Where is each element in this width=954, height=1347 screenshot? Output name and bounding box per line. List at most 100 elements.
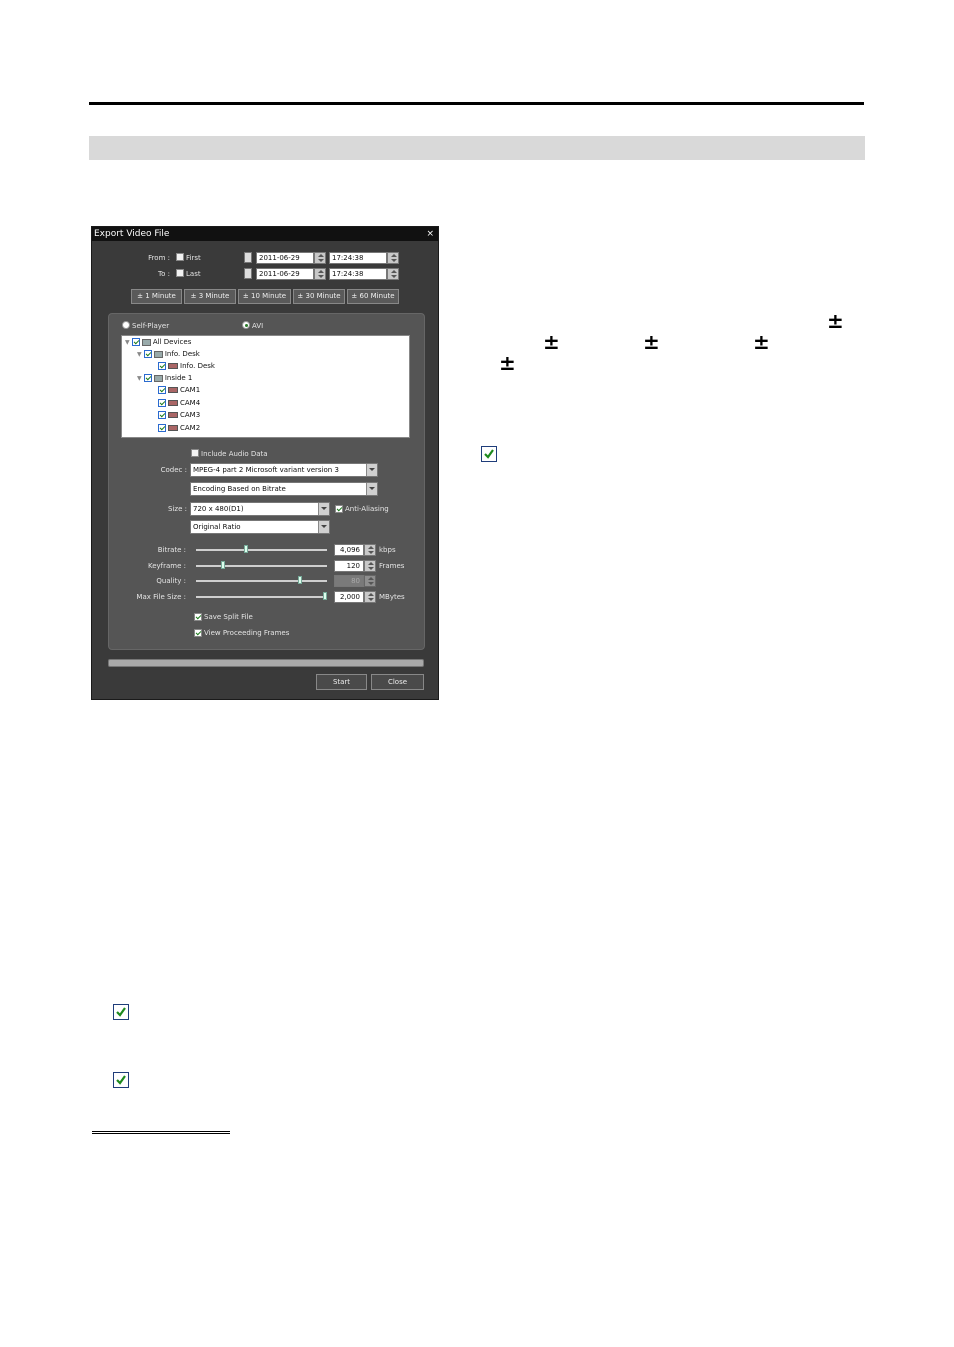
expand-arrow-icon[interactable]: ▼ bbox=[125, 339, 130, 346]
keyframe-unit: Frames bbox=[379, 562, 405, 570]
max-file-size-input[interactable]: 2,000 bbox=[334, 591, 364, 603]
bitrate-input[interactable]: 4,096 bbox=[334, 544, 364, 556]
encoding-value: Encoding Based on Bitrate bbox=[193, 485, 286, 493]
checkbox-icon bbox=[113, 1004, 129, 1020]
tree-node[interactable]: ▼ Info. Desk bbox=[137, 348, 200, 360]
section-heading-band bbox=[89, 136, 865, 160]
quality-slider-track[interactable] bbox=[196, 580, 327, 582]
tree-node[interactable]: CAM1 bbox=[158, 384, 200, 396]
tree-node[interactable]: CAM2 bbox=[158, 422, 200, 434]
tree-checkbox[interactable] bbox=[158, 399, 166, 407]
tree-node[interactable]: CAM4 bbox=[158, 397, 200, 409]
to-date-spinner[interactable] bbox=[314, 268, 326, 280]
tree-node[interactable]: CAM3 bbox=[158, 409, 200, 421]
keyframe-slider-track[interactable] bbox=[196, 565, 327, 567]
camera-icon bbox=[168, 400, 178, 406]
tree-node[interactable]: Info. Desk bbox=[158, 360, 215, 372]
keyframe-input[interactable]: 120 bbox=[334, 560, 364, 572]
page-header-rule bbox=[89, 102, 864, 105]
tree-node-label: CAM2 bbox=[180, 424, 201, 432]
to-time-field[interactable]: 17:24:38 bbox=[329, 268, 387, 280]
view-proceeding-frames-checkbox[interactable] bbox=[194, 629, 202, 637]
save-split-file-label: Save Split File bbox=[204, 613, 253, 621]
max-file-size-slider-track[interactable] bbox=[196, 596, 327, 598]
codec-select[interactable]: MPEG-4 part 2 Microsoft variant version … bbox=[190, 463, 378, 477]
quality-slider-thumb[interactable] bbox=[298, 576, 302, 584]
self-player-radio[interactable] bbox=[122, 321, 130, 329]
export-progress-bar bbox=[108, 659, 424, 667]
chevron-down-icon[interactable] bbox=[318, 521, 329, 533]
keyframe-spinner[interactable] bbox=[364, 560, 376, 572]
tree-checkbox[interactable] bbox=[158, 424, 166, 432]
view-proceeding-frames-label: View Proceeding Frames bbox=[204, 629, 290, 637]
plus-minus-3-minute-button[interactable]: ± 3 Minute bbox=[184, 289, 236, 304]
from-date-spinner[interactable] bbox=[314, 252, 326, 264]
tree-node-label: Info. Desk bbox=[164, 350, 200, 358]
keyframe-slider-thumb[interactable] bbox=[221, 561, 225, 569]
encoding-select[interactable]: Encoding Based on Bitrate bbox=[190, 482, 378, 496]
tree-node-label: CAM3 bbox=[180, 411, 201, 419]
anti-aliasing-checkbox[interactable] bbox=[335, 505, 343, 513]
include-audio-checkbox[interactable] bbox=[191, 449, 199, 457]
to-date-field[interactable]: 2011-06-29 bbox=[256, 268, 314, 280]
tree-node-label: CAM1 bbox=[180, 386, 201, 394]
plus-minus-30-minute-button[interactable]: ± 30 Minute bbox=[293, 289, 345, 304]
device-tree[interactable]: ▼ All Devices ▼ Info. Desk Info. Desk ▼ … bbox=[121, 335, 410, 438]
quality-spinner bbox=[364, 575, 376, 587]
tree-checkbox[interactable] bbox=[143, 374, 152, 382]
chevron-down-icon[interactable] bbox=[366, 464, 377, 476]
max-file-size-spinner[interactable] bbox=[364, 591, 376, 603]
plus-minus-1-minute-button[interactable]: ± 1 Minute bbox=[131, 289, 182, 304]
close-icon[interactable]: × bbox=[426, 227, 434, 241]
expand-arrow-icon[interactable]: ▼ bbox=[137, 351, 142, 358]
footnote-rule bbox=[92, 1131, 230, 1134]
max-file-size-slider-thumb[interactable] bbox=[323, 592, 327, 600]
calendar-icon[interactable] bbox=[244, 252, 252, 263]
close-button[interactable]: Close bbox=[371, 674, 424, 690]
to-label: To : bbox=[158, 270, 170, 278]
bitrate-label: Bitrate : bbox=[157, 546, 186, 554]
to-time-spinner[interactable] bbox=[387, 268, 399, 280]
plus-minus-60-minute-button[interactable]: ± 60 Minute bbox=[347, 289, 399, 304]
ratio-select[interactable]: Original Ratio bbox=[190, 520, 330, 534]
device-group-icon bbox=[153, 350, 163, 358]
tree-checkbox[interactable] bbox=[158, 386, 166, 394]
tree-checkbox[interactable] bbox=[158, 411, 166, 419]
keyframe-label: Keyframe : bbox=[147, 562, 186, 570]
from-label: From : bbox=[148, 254, 170, 262]
bitrate-spinner[interactable] bbox=[364, 544, 376, 556]
last-checkbox[interactable] bbox=[176, 269, 184, 277]
start-button[interactable]: Start bbox=[316, 674, 367, 690]
avi-radio[interactable] bbox=[242, 321, 250, 329]
save-split-file-checkbox[interactable] bbox=[194, 613, 202, 621]
from-time-spinner[interactable] bbox=[387, 252, 399, 264]
tree-checkbox[interactable] bbox=[143, 350, 152, 358]
device-group-icon bbox=[141, 338, 151, 346]
tree-node[interactable]: ▼ All Devices bbox=[125, 336, 191, 348]
tree-checkbox[interactable] bbox=[158, 362, 166, 370]
tree-checkbox[interactable] bbox=[131, 338, 140, 346]
chevron-down-icon[interactable] bbox=[366, 483, 377, 495]
calendar-icon[interactable] bbox=[244, 268, 252, 279]
plus-minus-symbol: ± bbox=[827, 309, 844, 333]
size-select[interactable]: 720 x 480(D1) bbox=[190, 502, 330, 516]
plus-minus-10-minute-button[interactable]: ± 10 Minute bbox=[238, 289, 291, 304]
camera-icon bbox=[168, 387, 178, 393]
from-time-field[interactable]: 17:24:38 bbox=[329, 252, 387, 264]
camera-icon bbox=[168, 363, 178, 369]
plus-minus-symbol: ± bbox=[543, 330, 560, 354]
bitrate-slider-thumb[interactable] bbox=[244, 545, 248, 553]
anti-aliasing-label: Anti-Aliasing bbox=[345, 505, 389, 513]
self-player-label: Self-Player bbox=[132, 322, 170, 330]
chevron-down-icon[interactable] bbox=[318, 503, 329, 515]
tree-node-label: CAM4 bbox=[180, 399, 201, 407]
first-checkbox[interactable] bbox=[176, 253, 184, 261]
from-date-field[interactable]: 2011-06-29 bbox=[256, 252, 314, 264]
expand-arrow-icon[interactable]: ▼ bbox=[137, 375, 142, 382]
max-file-size-label: Max File Size : bbox=[136, 593, 186, 601]
checkbox-icon bbox=[113, 1072, 129, 1088]
codec-label: Codec : bbox=[160, 466, 187, 474]
tree-node[interactable]: ▼ Inside 1 bbox=[137, 372, 192, 384]
include-audio-label: Include Audio Data bbox=[201, 450, 268, 458]
bitrate-slider-track[interactable] bbox=[196, 549, 327, 551]
